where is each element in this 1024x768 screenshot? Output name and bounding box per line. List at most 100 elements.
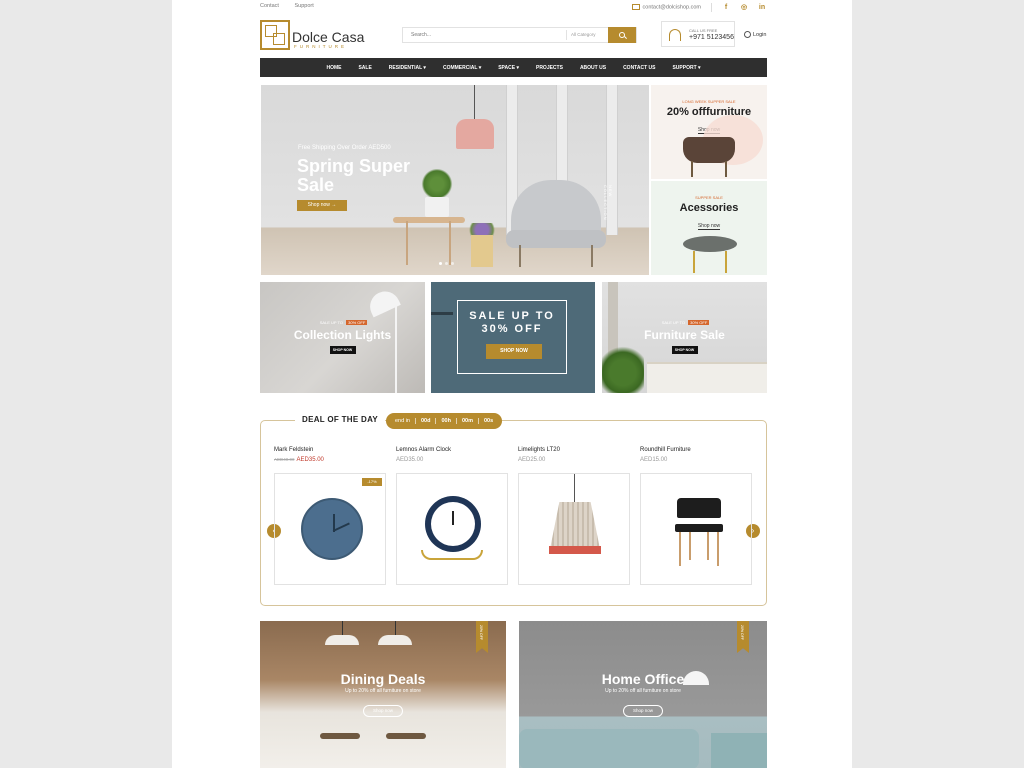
facebook-icon[interactable]: f	[722, 4, 730, 12]
product-name[interactable]: Mark Feldstein	[274, 447, 386, 453]
wall-clock-image	[301, 498, 363, 560]
call-box: CALL US FREE +971 5123456	[661, 21, 735, 47]
banner-shop-button[interactable]: Shop now	[363, 705, 403, 717]
hero-slider[interactable]: Free Shipping Over Order AED500 Spring S…	[261, 85, 649, 275]
deal-item[interactable]: Lemnos Alarm Clock AED35.00	[396, 447, 508, 585]
call-number[interactable]: +971 5123456	[689, 34, 734, 41]
chair-seat	[675, 524, 723, 532]
chair-image	[677, 498, 721, 518]
banner-sale[interactable]: SALE UP TO 30% OFF SHOP NOW	[431, 282, 595, 393]
headset-icon	[669, 29, 681, 41]
promo-shop-link[interactable]: Shop now	[697, 223, 721, 230]
banner-home-office[interactable]: 20% OFF Home Office Up to 20% off all fu…	[519, 621, 767, 768]
lamp-cord	[395, 621, 396, 635]
promo-accessories[interactable]: SUPPER SALE Acessories Shop now	[651, 181, 767, 275]
ribbon-text: 20% OFF	[479, 625, 483, 640]
linkedin-icon[interactable]: in	[758, 4, 766, 12]
promo-furniture[interactable]: LONG WEEK SUPPER SALE 20% offfurniture S…	[651, 85, 767, 179]
logo[interactable]: Dolce Casa FURNITURE	[260, 20, 380, 52]
search-input[interactable]	[403, 28, 563, 42]
product-image-card[interactable]	[396, 473, 508, 585]
stool-legs	[693, 251, 727, 273]
banner-shop-button[interactable]: SHOP NOW	[671, 346, 698, 354]
lamp-cord	[574, 474, 575, 502]
email-link[interactable]: contact@dolcishop.com	[631, 4, 701, 11]
instagram-icon[interactable]: ◎	[740, 4, 748, 12]
deal-of-the-day: DEAL OF THE DAY end in 00d 00h 00m 00s ‹…	[260, 413, 767, 606]
search-bar: All Category	[402, 27, 637, 43]
cabinet-image	[647, 362, 767, 393]
product-image-card[interactable]: -17%	[274, 473, 386, 585]
banner-furniture-sale[interactable]: SALE UP TO 30% OFF Furniture Sale SHOP N…	[602, 282, 767, 393]
slider-dot[interactable]	[439, 262, 442, 265]
product-name[interactable]: Lemnos Alarm Clock	[396, 447, 508, 453]
product-price: AED35.00	[396, 457, 424, 463]
top-bar: Contact Support contact@dolcishop.com f …	[260, 3, 766, 15]
clock-face	[431, 502, 475, 546]
nav-residential[interactable]: RESIDENTIAL ▾	[380, 65, 434, 71]
nav-sale[interactable]: SALE	[350, 65, 380, 71]
nav-home[interactable]: HOME	[318, 65, 350, 71]
nav-contact[interactable]: CONTACT US	[615, 65, 664, 71]
chair-image	[683, 137, 735, 163]
deal-item[interactable]: Limelights LT20 AED25.00	[518, 447, 630, 585]
chair-leg	[591, 245, 593, 267]
user-icon	[744, 31, 751, 38]
lamp-pole	[395, 304, 397, 393]
search-button[interactable]	[608, 27, 636, 43]
nav-label: SPACE	[498, 64, 516, 71]
pendant-lamp-image	[456, 119, 494, 149]
ribbon-text: 20% OFF	[740, 625, 744, 640]
banner-shop-button[interactable]: SHOP NOW	[486, 344, 542, 359]
old-price: AED40.00	[274, 457, 295, 462]
alarm-clock-image	[425, 496, 481, 552]
chair-leg	[707, 532, 709, 560]
banner-shop-button[interactable]: SHOP NOW	[329, 346, 356, 354]
chair-leg	[717, 532, 719, 566]
nav-about[interactable]: ABOUT US	[571, 65, 614, 71]
login-button[interactable]: Login	[744, 31, 766, 38]
slider-dots	[439, 262, 454, 265]
stool-image	[683, 236, 737, 252]
deal-item[interactable]: Roundhill Furniture AED15.00	[640, 447, 752, 585]
product-name[interactable]: Limelights LT20	[518, 447, 630, 453]
nav-space[interactable]: SPACE ▾	[490, 65, 528, 71]
banner-shop-button[interactable]: Shop now	[623, 705, 663, 717]
slider-dot[interactable]	[451, 262, 454, 265]
product-name[interactable]: Roundhill Furniture	[640, 447, 752, 453]
banner-title: Dining Deals	[340, 671, 426, 687]
banner-dining-deals[interactable]: 20% OFF Dining Deals Up to 20% off all f…	[260, 621, 506, 768]
plant-pot	[425, 197, 449, 217]
clock-stand	[421, 550, 483, 560]
nav-label: RESIDENTIAL	[388, 64, 423, 71]
deal-item[interactable]: Mark Feldstein AED40.00 AED35.00 -17%	[274, 447, 386, 585]
hero-title: Spring Super Sale	[297, 156, 411, 195]
promo-small: LONG WEEK SUPPER SALE	[682, 99, 736, 104]
bar-stool-image	[386, 733, 426, 739]
banner-small: SALE UP TO 30% OFF	[260, 320, 425, 325]
promo-title: Acessories	[679, 202, 739, 214]
product-image-card[interactable]	[640, 473, 752, 585]
nav-support[interactable]: SUPPORT ▾	[664, 65, 709, 71]
nav-commercial[interactable]: COMMERCIAL ▾	[434, 65, 489, 71]
divider	[711, 3, 712, 12]
contact-link[interactable]: Contact	[260, 3, 279, 9]
off-badge: 30% OFF	[688, 320, 710, 325]
countdown-timer: end in 00d 00h 00m 00s	[386, 413, 503, 429]
lamp-cord	[342, 621, 343, 635]
banner-title: SALE UP TO 30% OFF	[469, 310, 555, 335]
nav-label: SUPPORT	[672, 64, 697, 71]
category-select[interactable]: All Category	[566, 30, 608, 40]
nav-label: COMMERCIAL	[442, 64, 478, 71]
mail-icon	[631, 4, 640, 11]
support-link[interactable]: Support	[295, 3, 314, 9]
chair-leg	[689, 532, 691, 560]
slider-dot[interactable]	[445, 262, 448, 265]
product-image-card[interactable]	[518, 473, 630, 585]
banner-title: Collection Lights	[293, 328, 392, 342]
banner-collection-lights[interactable]: SALE UP TO 30% OFF Collection Lights SHO…	[260, 282, 425, 393]
product-price: AED25.00	[518, 457, 546, 463]
product-price: AED15.00	[640, 457, 668, 463]
nav-projects[interactable]: PROJECTS	[527, 65, 571, 71]
hero-shop-button[interactable]: Shop now →	[297, 200, 347, 211]
